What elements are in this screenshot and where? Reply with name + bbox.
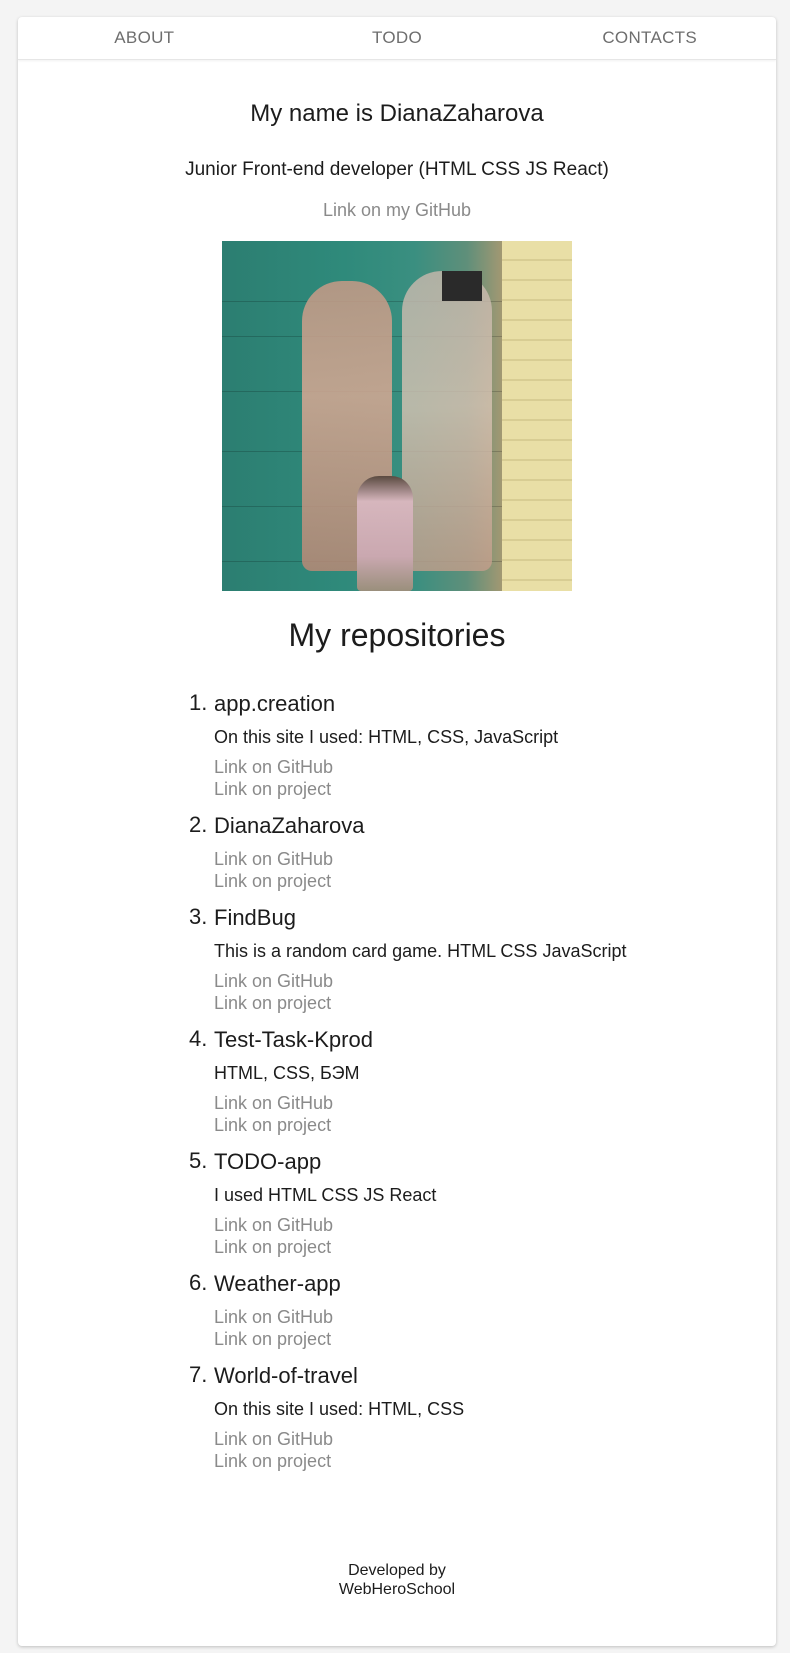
repositories-title: My repositories (288, 617, 506, 653)
nav-contacts[interactable]: CONTACTS (523, 17, 776, 59)
profile-photo (222, 241, 572, 591)
repository-links: Link on GitHub Link on project (214, 1214, 776, 1258)
repository-description: I used HTML CSS JS React (214, 1185, 437, 1205)
repository-name: FindBug (214, 905, 296, 930)
repository-links: Link on GitHub Link on project (214, 1306, 776, 1350)
repository-github-link[interactable]: Link on GitHub (214, 1214, 776, 1236)
page-card: ABOUT TODO CONTACTS My name is DianaZaha… (18, 17, 776, 1646)
repository-name: World-of-travel (214, 1363, 358, 1388)
repository-github-link[interactable]: Link on GitHub (214, 1092, 776, 1114)
repository-links: Link on GitHub Link on project (214, 970, 776, 1014)
repository-name: TODO-app (214, 1149, 322, 1174)
repository-item: 5. TODO-app I used HTML CSS JS React Link o… (18, 1148, 776, 1258)
repository-item: 6. Weather-app Link on GitHub Link on proje… (18, 1270, 776, 1350)
job-title: Junior Front-end developer (HTML CSS JS … (185, 159, 609, 180)
repository-project-link[interactable]: Link on project (214, 1328, 776, 1350)
repository-item: 2. DianaZaharova Link on GitHub Link on pro… (18, 812, 776, 892)
repository-number: 5. (189, 1148, 208, 1173)
nav-about[interactable]: ABOUT (18, 17, 271, 59)
repository-links: Link on GitHub Link on project (214, 848, 776, 892)
repository-item: 4. Test-Task-Kprod HTML, CSS, БЭМ Link on G… (18, 1026, 776, 1136)
nav-todo[interactable]: TODO (271, 17, 524, 59)
repository-links: Link on GitHub Link on project (214, 756, 776, 800)
footer: Developed by WebHeroSchool (18, 1561, 776, 1599)
repository-number: 3. (189, 904, 208, 929)
repository-links: Link on GitHub Link on project (214, 1092, 776, 1136)
repository-github-link[interactable]: Link on GitHub (214, 848, 776, 870)
repository-number: 4. (189, 1026, 208, 1051)
footer-school-name: WebHeroSchool (338, 1581, 456, 1598)
repository-description: On this site I used: HTML, CSS (214, 1399, 465, 1419)
repository-name: DianaZaharova (214, 813, 365, 838)
repository-item: 3. FindBug This is a random card game. HTM… (18, 904, 776, 1014)
repository-name: app.creation (214, 691, 336, 716)
repository-github-link[interactable]: Link on GitHub (214, 1428, 776, 1450)
repository-project-link[interactable]: Link on project (214, 1114, 776, 1136)
footer-credit-line: Developed by (348, 1562, 446, 1579)
repository-name: Test-Task-Kprod (214, 1027, 373, 1052)
repository-github-link[interactable]: Link on GitHub (214, 756, 776, 778)
repository-links: Link on GitHub Link on project (214, 1428, 776, 1472)
repository-github-link[interactable]: Link on GitHub (214, 970, 776, 992)
repository-description: This is a random card game. HTML CSS Jav… (214, 941, 627, 961)
repository-project-link[interactable]: Link on project (214, 1450, 776, 1472)
repository-number: 6. (189, 1270, 208, 1295)
top-nav: ABOUT TODO CONTACTS (18, 17, 776, 60)
repository-project-link[interactable]: Link on project (214, 1236, 776, 1258)
repository-description: On this site I used: HTML, CSS, JavaScri… (214, 727, 559, 747)
repository-list: 1. app.creation On this site I used: HTML,… (18, 690, 776, 1472)
about-section: My name is DianaZaharova Junior Front-en… (18, 100, 776, 654)
repository-project-link[interactable]: Link on project (214, 870, 776, 892)
repository-project-link[interactable]: Link on project (214, 992, 776, 1014)
repository-number: 1. (189, 690, 208, 715)
page-title: My name is DianaZaharova (250, 100, 544, 127)
repository-name: Weather-app (214, 1271, 341, 1296)
repository-github-link[interactable]: Link on GitHub (214, 1306, 776, 1328)
repository-description: HTML, CSS, БЭМ (214, 1063, 360, 1083)
repository-number: 7. (189, 1362, 208, 1387)
repository-project-link[interactable]: Link on project (214, 778, 776, 800)
repository-number: 2. (189, 812, 208, 837)
repository-item: 1. app.creation On this site I used: HTML,… (18, 690, 776, 800)
github-profile-link[interactable]: Link on my GitHub (323, 200, 471, 221)
repository-item: 7. World-of-travel On this site I used: HT… (18, 1362, 776, 1472)
